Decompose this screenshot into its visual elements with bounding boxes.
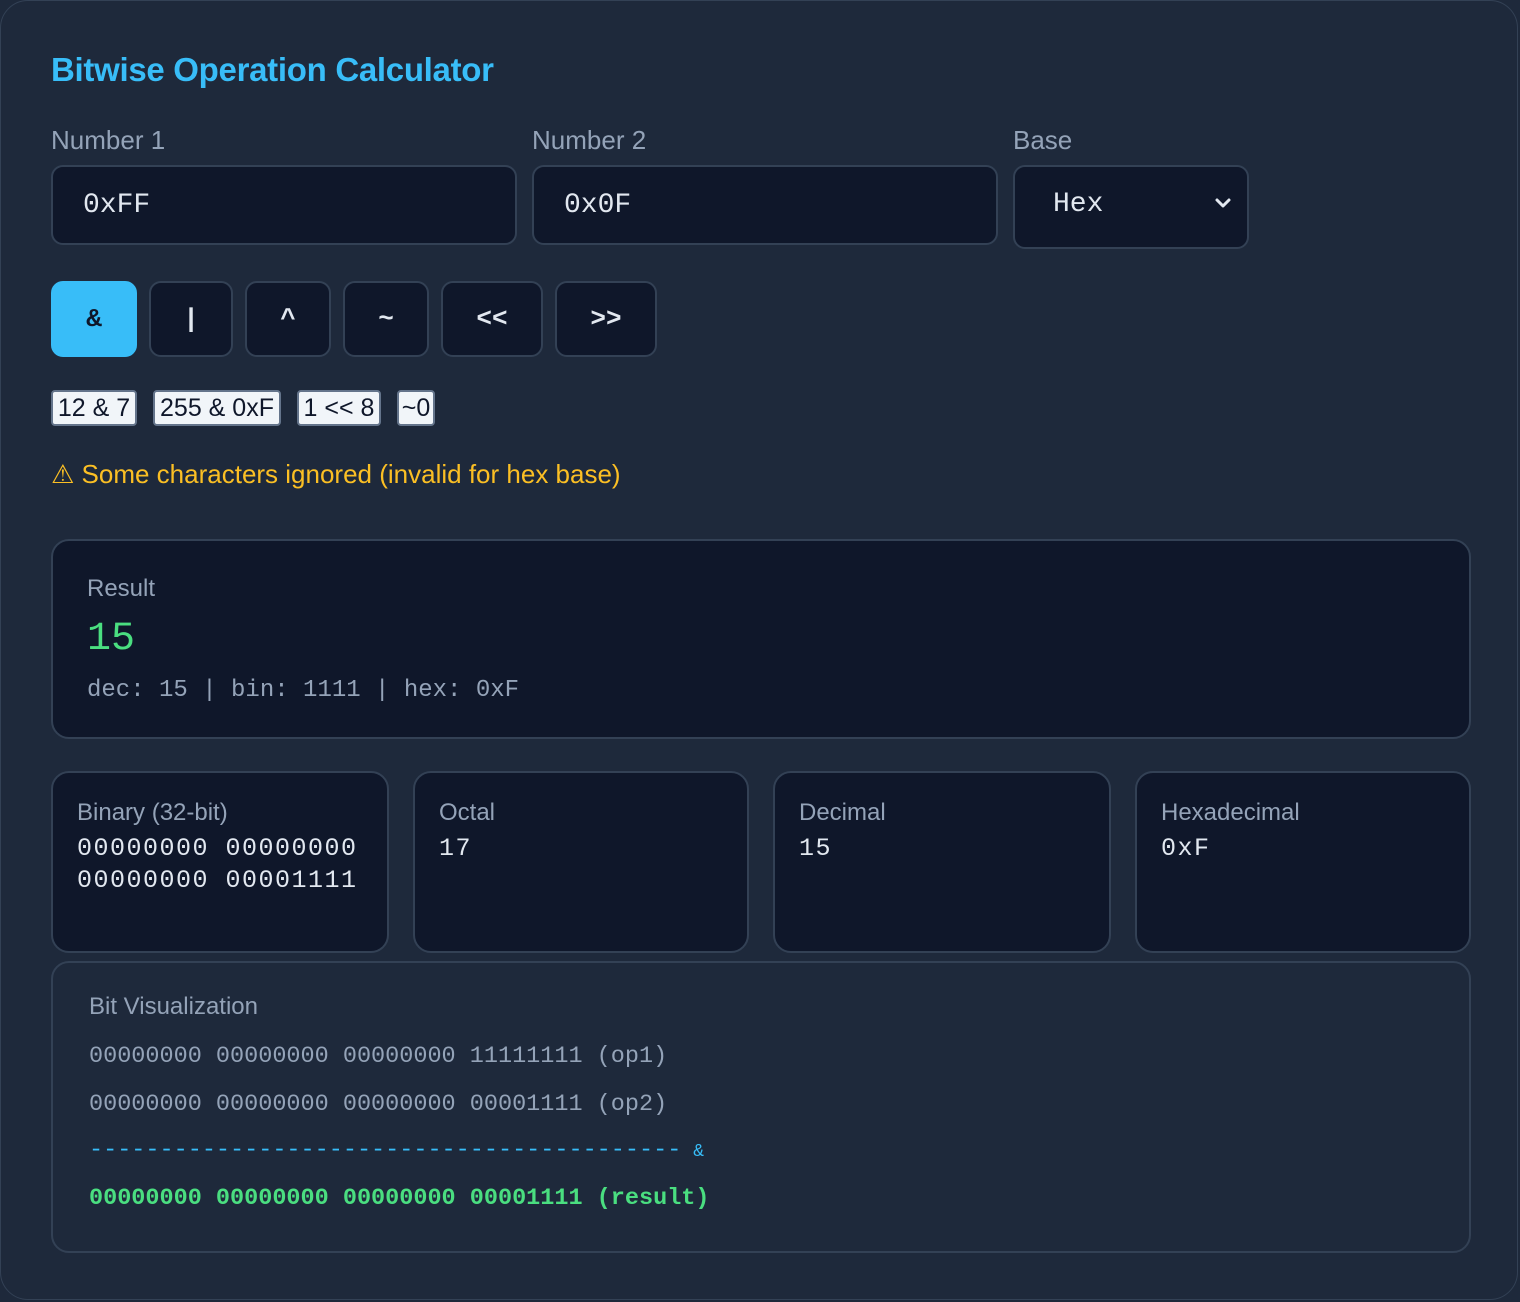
number1-input[interactable] bbox=[51, 165, 517, 245]
octal-label: Octal bbox=[439, 799, 496, 826]
hexadecimal-label: Hexadecimal bbox=[1161, 799, 1300, 826]
base-select-value: Hex bbox=[1053, 189, 1104, 220]
binary-value: 00000000 00000000 00000000 00001111 bbox=[77, 834, 358, 895]
operator-and-button[interactable]: & bbox=[51, 281, 137, 357]
result-summary: dec: 15 | bin: 1111 | hex: 0xF bbox=[87, 677, 520, 704]
example-button-4[interactable]: ~0 bbox=[397, 390, 435, 426]
hexadecimal-panel: Hexadecimal 0xF bbox=[1135, 771, 1471, 953]
separator-dashes: ----------------------------------------… bbox=[89, 1137, 682, 1164]
operator-shift-right-button[interactable]: >> bbox=[555, 281, 657, 357]
result-bits: 00000000 00000000 00000000 00001111 (res… bbox=[89, 1185, 710, 1212]
operator-shift-left-button[interactable]: << bbox=[441, 281, 543, 357]
octal-panel: Octal 17 bbox=[413, 771, 749, 953]
op1-bits: 00000000 00000000 00000000 11111111 (op1… bbox=[89, 1043, 668, 1070]
bit-visualization-panel: Bit Visualization 00000000 00000000 0000… bbox=[51, 961, 1471, 1253]
octal-value: 17 bbox=[439, 834, 473, 863]
chevron-down-icon bbox=[1215, 198, 1231, 208]
decimal-label: Decimal bbox=[799, 799, 886, 826]
operator-xor-button[interactable]: ^ bbox=[245, 281, 331, 357]
result-label: Result bbox=[87, 575, 156, 602]
warning-message: ⚠ Some characters ignored (invalid for h… bbox=[51, 459, 621, 489]
example-button-2[interactable]: 255 & 0xF bbox=[153, 390, 281, 426]
binary-label: Binary (32-bit) bbox=[77, 799, 228, 826]
result-value: 15 bbox=[87, 617, 136, 662]
base-label: Base bbox=[1013, 125, 1073, 155]
example-button-3[interactable]: 1 << 8 bbox=[297, 390, 381, 426]
page-title: Bitwise Operation Calculator bbox=[51, 51, 494, 88]
number2-input[interactable] bbox=[532, 165, 998, 245]
binary-panel: Binary (32-bit) 00000000 00000000 000000… bbox=[51, 771, 389, 953]
separator-line: ----------------------------------------… bbox=[89, 1137, 704, 1164]
op2-bits: 00000000 00000000 00000000 00001111 (op2… bbox=[89, 1091, 668, 1118]
number1-label: Number 1 bbox=[51, 125, 166, 155]
example-button-1[interactable]: 12 & 7 bbox=[51, 390, 137, 426]
operator-or-button[interactable]: | bbox=[149, 281, 233, 357]
base-select[interactable]: Hex bbox=[1013, 165, 1249, 249]
decimal-value: 15 bbox=[799, 834, 833, 863]
calculator-card: Bitwise Operation Calculator Number 1 Nu… bbox=[0, 0, 1518, 1300]
number2-label: Number 2 bbox=[532, 125, 647, 155]
operator-not-button[interactable]: ~ bbox=[343, 281, 429, 357]
result-panel: Result 15 dec: 15 | bin: 1111 | hex: 0xF bbox=[51, 539, 1471, 739]
decimal-panel: Decimal 15 bbox=[773, 771, 1111, 953]
separator-operator: & bbox=[693, 1142, 705, 1162]
bit-visualization-title: Bit Visualization bbox=[89, 993, 258, 1020]
hexadecimal-value: 0xF bbox=[1161, 834, 1211, 863]
